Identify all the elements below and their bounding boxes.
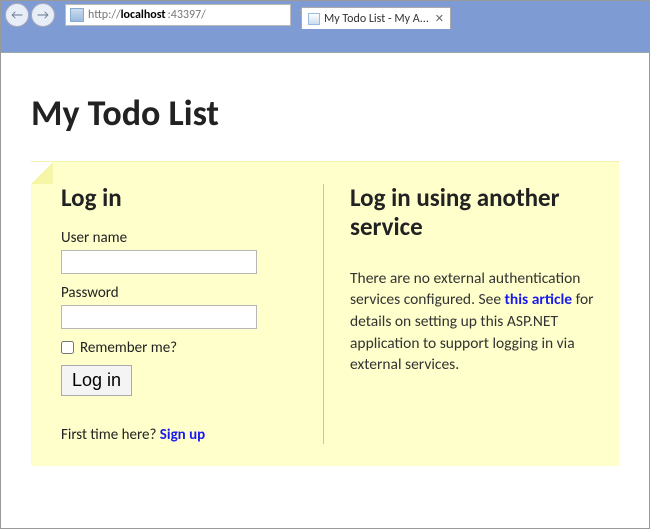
username-input[interactable]	[61, 250, 257, 274]
login-card: Log in User name Password Remember me? L…	[31, 161, 619, 466]
browser-chrome: ← → http://localhost:43397/ 🔍 ▾ ⟳ ✕ My T…	[1, 1, 649, 53]
external-heading: Log in using another service	[350, 184, 595, 242]
password-label: Password	[61, 284, 295, 302]
external-login-section: Log in using another service There are n…	[323, 184, 595, 444]
remember-checkbox[interactable]	[61, 341, 74, 354]
login-heading: Log in	[61, 184, 295, 213]
external-article-link[interactable]: this article	[505, 290, 573, 309]
favicon-icon	[308, 13, 320, 25]
tab-strip: My Todo List - My A... ✕	[1, 5, 649, 29]
external-body: There are no external authentication ser…	[350, 268, 595, 376]
page-body: My Todo List Log in User name Password R…	[1, 53, 649, 476]
signup-text: First time here?	[61, 426, 160, 444]
local-login-section: Log in User name Password Remember me? L…	[55, 184, 295, 444]
signup-link[interactable]: Sign up	[160, 426, 205, 444]
username-label: User name	[61, 229, 295, 247]
remember-label: Remember me?	[80, 339, 177, 357]
signup-prompt: First time here? Sign up	[61, 426, 295, 444]
close-tab-icon[interactable]: ✕	[435, 12, 444, 25]
login-button[interactable]: Log in	[61, 365, 132, 396]
browser-tab[interactable]: My Todo List - My A... ✕	[301, 7, 451, 29]
password-input[interactable]	[61, 305, 257, 329]
page-title: My Todo List	[31, 91, 619, 135]
tab-title: My Todo List - My A...	[324, 12, 431, 26]
